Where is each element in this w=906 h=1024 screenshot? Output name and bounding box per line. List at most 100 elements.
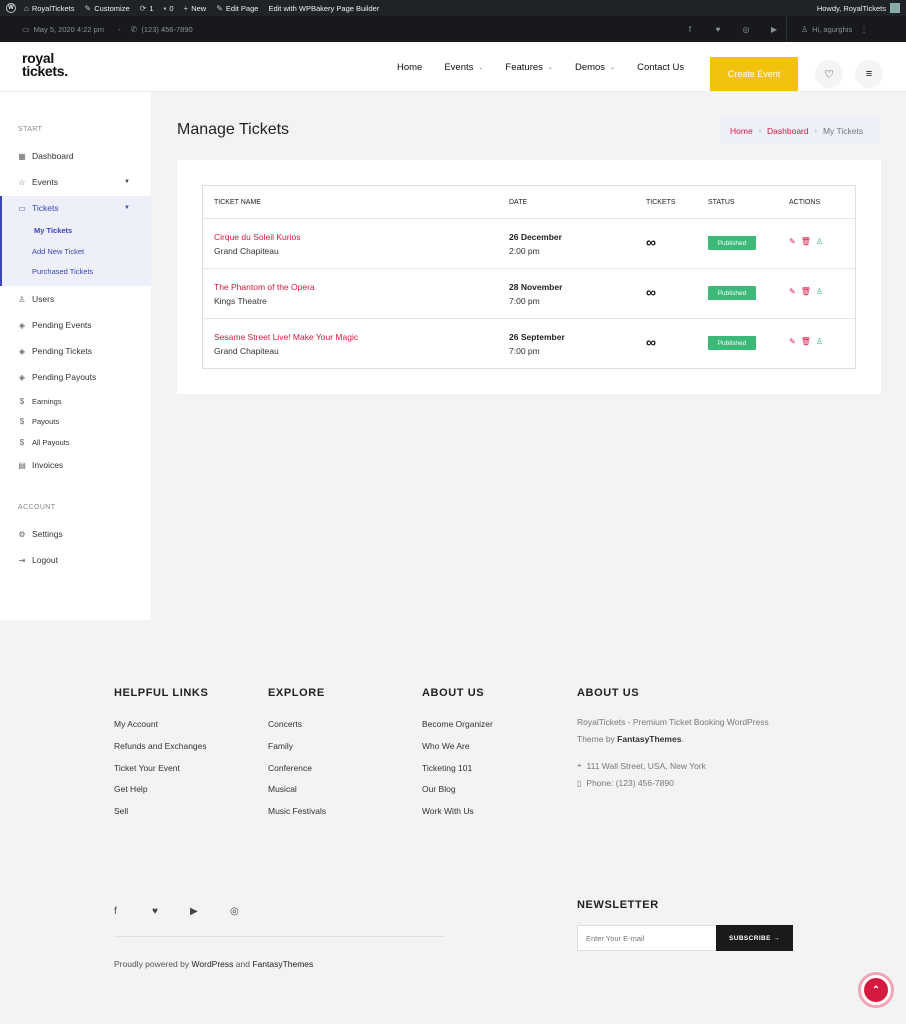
facebook-icon[interactable]: f xyxy=(114,906,117,917)
footer-address: ⌖ 111 Wall Street, USA, New York xyxy=(577,761,706,771)
adminbar-updates[interactable]: ⟳ 1 xyxy=(140,4,154,13)
layers-icon: ◈ xyxy=(18,320,26,330)
nav-home[interactable]: Home xyxy=(397,62,422,73)
chevron-right-icon: › xyxy=(814,127,817,135)
adminbar-account[interactable]: Howdy, RoyalTickets xyxy=(817,3,900,13)
fantasythemes-link[interactable]: FantasyThemes xyxy=(252,959,313,969)
footer-link[interactable]: Become Organizer xyxy=(422,719,493,729)
sidebar-item-dashboard[interactable]: ▦ Dashboard xyxy=(0,147,151,165)
dollar-icon: $ xyxy=(19,437,25,447)
footer-link[interactable]: Refunds and Exchanges xyxy=(114,741,207,751)
nav-events[interactable]: Events ⌄ xyxy=(444,62,483,73)
footer-link[interactable]: Family xyxy=(268,741,293,751)
col-date: DATE xyxy=(509,198,528,206)
ticket-name-link[interactable]: Cirque du Soleil Kurios xyxy=(214,232,300,242)
table-row: Cirque du Soleil Kurios Grand Chapiteau … xyxy=(203,218,855,268)
twitter-icon[interactable]: ♥ xyxy=(152,906,158,917)
sidebar-item-tickets[interactable]: ▭ Tickets ▼ xyxy=(0,199,151,217)
newsletter-email-input[interactable] xyxy=(577,925,717,951)
footer-link[interactable]: Musical xyxy=(268,784,297,794)
sidebar-sub-my-tickets[interactable]: My Tickets xyxy=(34,226,72,235)
edit-icon[interactable]: ✎ xyxy=(789,287,796,296)
breadcrumb-current: My Tickets xyxy=(822,126,864,136)
instagram-icon[interactable]: ◎ xyxy=(732,25,760,34)
topbar-user[interactable]: ♙ Hi, agurghis ⋮ xyxy=(786,16,868,42)
attendees-icon[interactable]: ♙ xyxy=(816,337,823,346)
sidebar-sub-purchased[interactable]: Purchased Tickets xyxy=(32,267,93,276)
site-header: royal tickets. Home Events ⌄ Features ⌄ De… xyxy=(0,42,906,92)
adminbar-customize[interactable]: ✎ Customize xyxy=(85,4,130,13)
sidebar-item-pending-payouts[interactable]: ◈ Pending Payouts xyxy=(0,368,151,386)
breadcrumb-home[interactable]: Home xyxy=(730,126,753,136)
footer-brand-link[interactable]: FantasyThemes xyxy=(617,734,681,744)
footer-link[interactable]: Sell xyxy=(114,806,128,816)
ticket-time: 2:00 pm xyxy=(509,246,540,256)
adminbar-site[interactable]: ⌂ RoyalTickets xyxy=(24,4,75,13)
sidebar-item-invoices[interactable]: ▤ Invoices xyxy=(0,456,151,474)
trash-icon[interactable]: 🗑 xyxy=(801,237,811,246)
adminbar-edit-page[interactable]: ✎ Edit Page xyxy=(216,4,258,13)
trash-icon[interactable]: 🗑 xyxy=(801,287,811,296)
attendees-icon[interactable]: ♙ xyxy=(816,237,823,246)
col-ticket-name: TICKET NAME xyxy=(214,198,261,206)
refresh-icon: ⟳ xyxy=(139,3,147,13)
menu-button[interactable]: ≡ xyxy=(855,60,883,88)
ticket-name-link[interactable]: The Phantom of the Opera xyxy=(214,282,315,292)
sidebar-item-earnings[interactable]: $ Earnings xyxy=(0,392,151,410)
wishlist-button[interactable]: ♡ xyxy=(815,60,843,88)
footer-link[interactable]: Who We Are xyxy=(422,741,470,751)
footer-link[interactable]: Ticketing 101 xyxy=(422,763,472,773)
sidebar-item-payouts[interactable]: $ Payouts xyxy=(0,412,151,430)
ticket-name-link[interactable]: Sesame Street Live! Make Your Magic xyxy=(214,332,358,342)
ticket-time: 7:00 pm xyxy=(509,296,540,306)
sidebar-item-settings[interactable]: ⚙ Settings xyxy=(0,525,151,543)
nav-contact[interactable]: Contact Us xyxy=(637,62,684,73)
attendees-icon[interactable]: ♙ xyxy=(816,287,823,296)
trash-icon[interactable]: 🗑 xyxy=(801,337,811,346)
chevron-right-icon: › xyxy=(758,127,762,135)
footer-helpful-title: HELPFUL LINKS xyxy=(114,687,209,699)
sidebar-item-events[interactable]: ☆ Events ▼ xyxy=(0,173,151,191)
sidebar-sub-add-ticket[interactable]: Add New Ticket xyxy=(32,247,84,256)
newsletter-title: NEWSLETTER xyxy=(577,899,659,911)
footer-link[interactable]: Our Blog xyxy=(422,784,456,794)
wordpress-link[interactable]: WordPress xyxy=(192,959,234,969)
edit-icon[interactable]: ✎ xyxy=(789,337,796,346)
sidebar-item-pending-tickets[interactable]: ◈ Pending Tickets xyxy=(0,342,151,360)
sidebar-item-logout[interactable]: ⇥ Logout xyxy=(0,551,151,569)
scroll-to-top-button[interactable]: ⌃ xyxy=(858,972,894,1008)
breadcrumb-dashboard[interactable]: Dashboard xyxy=(767,126,809,136)
ticket-venue: Grand Chapiteau xyxy=(214,346,279,356)
youtube-icon[interactable]: ▶ xyxy=(190,906,198,917)
footer-link[interactable]: My Account xyxy=(114,719,158,729)
footer-link[interactable]: Music Festivals xyxy=(268,806,326,816)
youtube-icon[interactable]: ▶ xyxy=(760,25,788,34)
sidebar-item-users[interactable]: ♙ Users xyxy=(0,290,151,308)
adminbar-new[interactable]: + New xyxy=(184,4,207,13)
sidebar-item-all-payouts[interactable]: $ All Payouts xyxy=(0,433,151,451)
adminbar-wpbakery[interactable]: Edit with WPBakery Page Builder xyxy=(268,4,379,13)
instagram-icon[interactable]: ◎ xyxy=(230,906,239,917)
heart-icon: ♡ xyxy=(824,68,834,81)
footer-link[interactable]: Get Help xyxy=(114,784,148,794)
create-event-button[interactable]: Create Event xyxy=(710,57,798,91)
site-logo[interactable]: royal tickets. xyxy=(22,51,68,78)
wordpress-logo-icon[interactable]: W xyxy=(6,3,16,13)
dashboard-icon: ⌂ xyxy=(24,3,29,13)
adminbar-comments[interactable]: ▪ 0 xyxy=(164,4,174,13)
edit-icon[interactable]: ✎ xyxy=(789,237,796,246)
topbar-socials: f ♥ ◎ ▶ xyxy=(676,16,788,42)
footer-link[interactable]: Conference xyxy=(268,763,312,773)
caret-down-icon: ▼ xyxy=(124,179,130,185)
sidebar-item-pending-events[interactable]: ◈ Pending Events xyxy=(0,316,151,334)
subscribe-button[interactable]: SUBSCRIBE → xyxy=(716,925,793,951)
nav-demos[interactable]: Demos ⌄ xyxy=(575,62,615,73)
twitter-icon[interactable]: ♥ xyxy=(704,25,732,34)
avatar xyxy=(890,3,900,13)
footer-link[interactable]: Work With Us xyxy=(422,806,474,816)
footer-link[interactable]: Ticket Your Event xyxy=(114,763,180,773)
nav-features[interactable]: Features ⌄ xyxy=(505,62,553,73)
facebook-icon[interactable]: f xyxy=(676,25,704,34)
footer-link[interactable]: Concerts xyxy=(268,719,302,729)
ticket-date: 26 December xyxy=(509,232,562,242)
